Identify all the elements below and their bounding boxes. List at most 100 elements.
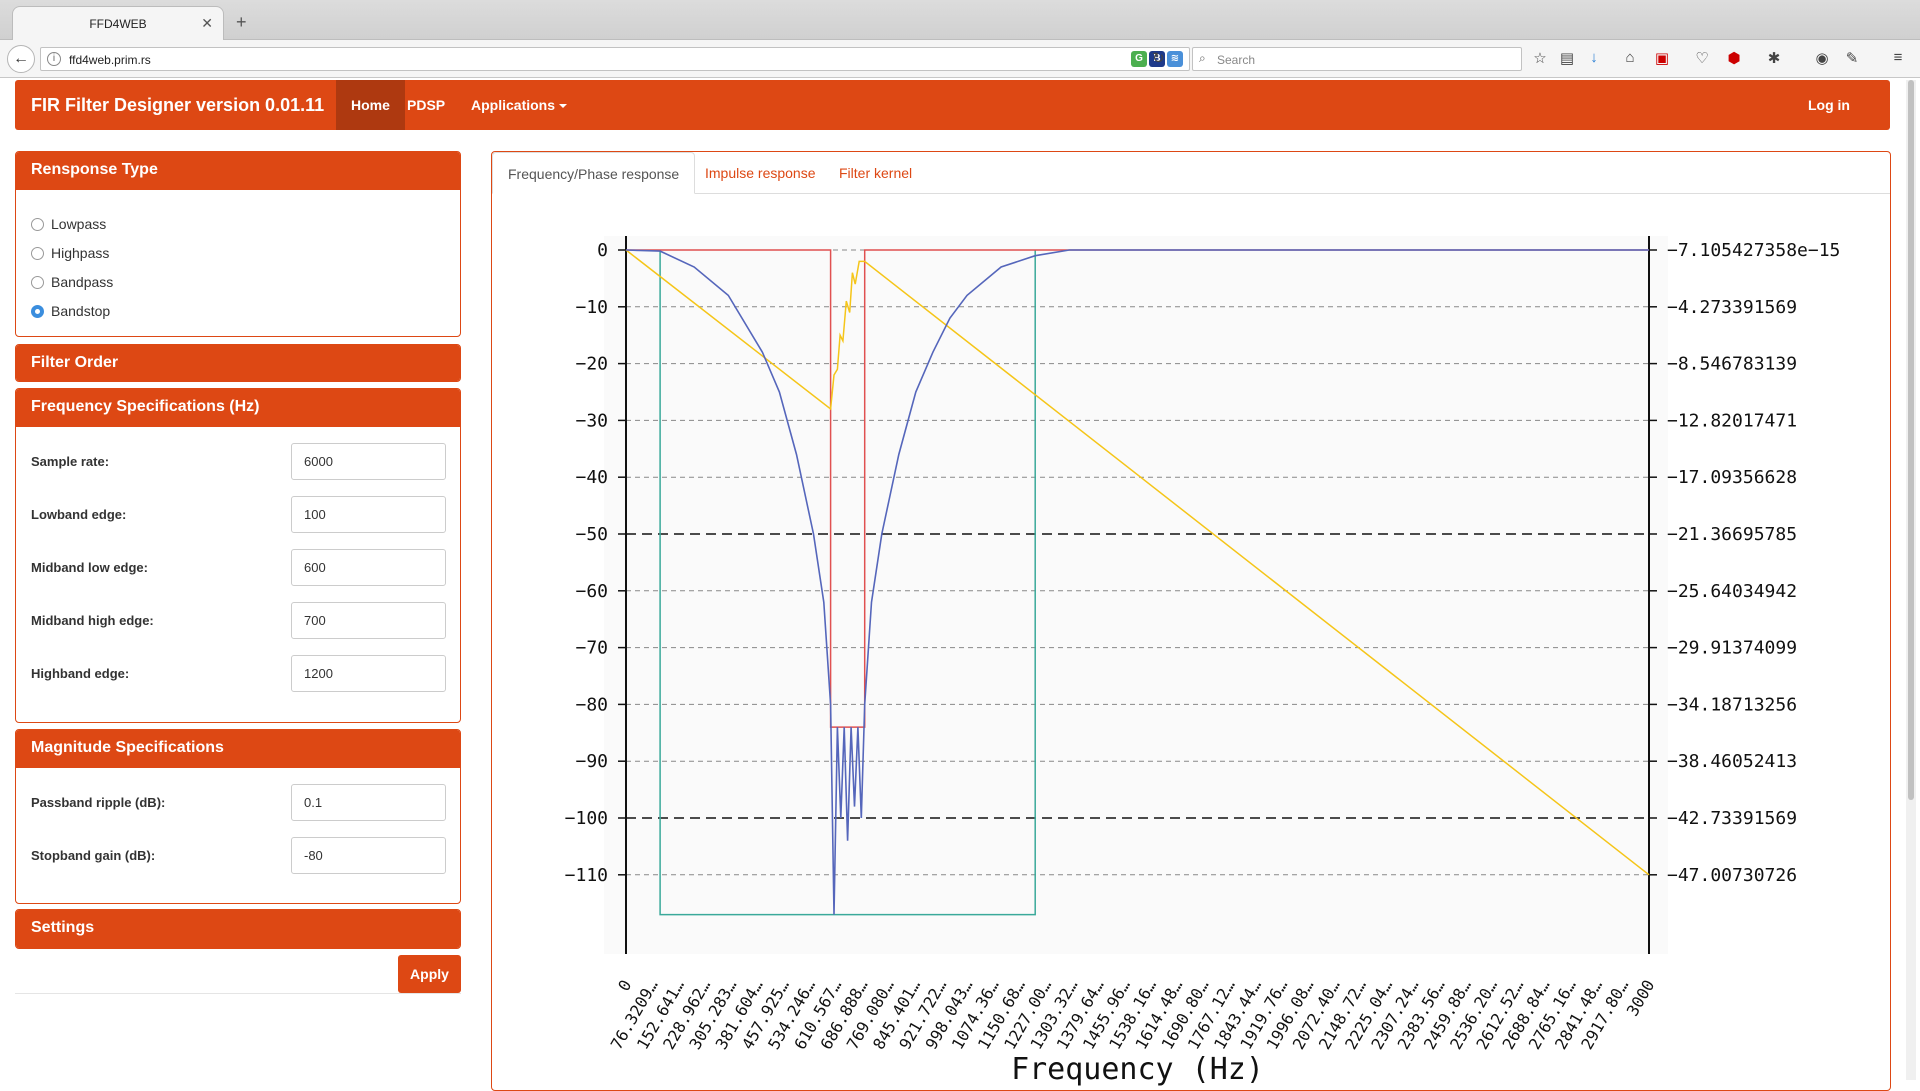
divider xyxy=(15,993,461,994)
left-tick-label: −20 xyxy=(575,354,608,375)
left-tick-label: −90 xyxy=(575,751,608,772)
right-tick-label: −29.91374099 xyxy=(1667,638,1797,659)
radio-circle[interactable] xyxy=(31,218,44,231)
midband-high-edge-input[interactable] xyxy=(291,602,446,639)
browser-tab-title: FFD4WEB xyxy=(89,17,147,31)
radio-label: Bandstop xyxy=(51,303,111,319)
nav-login[interactable]: Log in xyxy=(1793,80,1865,130)
radio-bandpass[interactable]: Bandpass xyxy=(31,274,113,290)
radio-lowpass[interactable]: Lowpass xyxy=(31,216,106,232)
right-tick-label: −4.273391569 xyxy=(1667,297,1797,318)
browser-toolbar: ← i ffd4web.prim.rs G B ≋ ↻ ⌕ Search ☆ ▤… xyxy=(0,40,1920,78)
passband-ripple-label: Passband ripple (dB): xyxy=(31,795,166,810)
lowband-edge-input[interactable] xyxy=(291,496,446,533)
wave-ext-icon[interactable]: ≋ xyxy=(1167,51,1183,67)
nav-applications-label: Applications xyxy=(471,97,556,113)
globe-ext-icon[interactable]: ◉ xyxy=(1812,49,1832,67)
right-tick-label: −12.82017471 xyxy=(1667,410,1797,431)
left-tick-label: −60 xyxy=(575,581,608,602)
sample-rate-label: Sample rate: xyxy=(31,454,110,469)
radio-label: Highpass xyxy=(51,245,110,261)
highband-edge-label: Highband edge: xyxy=(31,666,130,681)
close-tab-icon[interactable]: ✕ xyxy=(201,15,213,32)
highband-edge-input[interactable] xyxy=(291,655,446,692)
radio-circle[interactable] xyxy=(31,247,44,260)
left-tick-label: −110 xyxy=(565,865,608,886)
app-navbar: FIR Filter Designer version 0.01.11 Home… xyxy=(15,80,1890,130)
search-box[interactable]: ⌕ Search xyxy=(1192,47,1522,71)
search-icon: ⌕ xyxy=(1199,51,1206,65)
address-bar[interactable]: i ffd4web.prim.rs G B ≋ xyxy=(40,47,1190,71)
right-tick-label: −47.00730726 xyxy=(1667,865,1797,886)
midband-high-edge-label: Midband high edge: xyxy=(31,613,154,628)
radio-highpass[interactable]: Highpass xyxy=(31,245,109,261)
right-tick-label: −8.546783139 xyxy=(1667,354,1797,375)
chart-tabs: Frequency/Phase response Impulse respons… xyxy=(492,152,1890,194)
scrollbar-thumb[interactable] xyxy=(1908,80,1914,800)
radio-circle-checked[interactable] xyxy=(31,305,44,318)
tab-impulse-response[interactable]: Impulse response xyxy=(690,152,831,194)
extension-icon[interactable]: ✱ xyxy=(1764,49,1784,67)
reload-icon[interactable]: ↻ xyxy=(1152,49,1165,67)
stopband-gain-label: Stopband gain (dB): xyxy=(31,848,156,863)
filter-order-title[interactable]: Filter Order xyxy=(16,345,460,381)
left-tick-label: −100 xyxy=(565,808,608,829)
adblock-icon[interactable]: ⬢ xyxy=(1724,49,1744,67)
app-brand[interactable]: FIR Filter Designer version 0.01.11 xyxy=(31,95,324,116)
left-tick-label: −10 xyxy=(575,297,608,318)
ghostery-ext-icon[interactable]: G xyxy=(1131,51,1147,67)
hd-ext-icon[interactable]: ▣ xyxy=(1652,49,1672,67)
right-tick-label: −34.18713256 xyxy=(1667,694,1797,715)
midband-low-edge-input[interactable] xyxy=(291,549,446,586)
home-icon[interactable]: ⌂ xyxy=(1620,49,1640,66)
magnitude-specs-panel: Magnitude Specifications Passband ripple… xyxy=(15,729,461,904)
left-tick-label: −40 xyxy=(575,467,608,488)
x-axis-label: Frequency (Hz) xyxy=(1011,1052,1264,1087)
evernote-icon[interactable]: ✎ xyxy=(1842,49,1862,67)
left-tick-label: −50 xyxy=(575,524,608,545)
browser-tab[interactable]: FFD4WEB ✕ xyxy=(12,6,224,40)
caret-down-icon xyxy=(559,104,568,109)
stopband-gain-input[interactable] xyxy=(291,837,446,874)
response-type-title[interactable]: Rensponse Type xyxy=(16,152,460,190)
menu-icon[interactable]: ≡ xyxy=(1888,49,1908,66)
magnitude-specs-title[interactable]: Magnitude Specifications xyxy=(16,730,460,768)
new-tab-icon[interactable]: + xyxy=(236,12,247,33)
right-tick-label: −42.73391569 xyxy=(1667,808,1797,829)
filter-order-panel: Filter Order xyxy=(15,344,461,382)
settings-panel: Settings xyxy=(15,909,461,949)
right-tick-label: −38.46052413 xyxy=(1667,751,1797,772)
radio-bandstop[interactable]: Bandstop xyxy=(31,303,110,319)
bookmark-star-icon[interactable]: ☆ xyxy=(1530,49,1550,67)
apply-button[interactable]: Apply xyxy=(398,955,461,993)
nav-applications[interactable]: Applications xyxy=(456,80,582,130)
tab-frequency-phase[interactable]: Frequency/Phase response xyxy=(492,152,696,194)
frequency-response-chart: 0 −7.105427358e−15 −10 −4.273391569 −20 −8.54… xyxy=(565,236,1840,1087)
plot-area xyxy=(604,236,1668,954)
right-tick-label: −7.105427358e−15 xyxy=(1667,240,1840,261)
back-arrow-icon[interactable]: ← xyxy=(7,45,35,73)
sample-rate-input[interactable] xyxy=(291,443,446,480)
x-tick-label: 3000 xyxy=(1623,977,1659,1020)
right-tick-label: −17.09356628 xyxy=(1667,467,1797,488)
pocket-icon[interactable]: ♡ xyxy=(1692,49,1712,67)
passband-ripple-input[interactable] xyxy=(291,784,446,821)
tab-filter-kernel[interactable]: Filter kernel xyxy=(824,152,927,194)
download-icon[interactable]: ↓ xyxy=(1584,49,1604,66)
reading-list-icon[interactable]: ▤ xyxy=(1557,49,1577,67)
info-icon[interactable]: i xyxy=(47,52,61,66)
left-tick-label: −80 xyxy=(575,694,608,715)
search-placeholder: Search xyxy=(1217,53,1256,67)
midband-low-edge-label: Midband low edge: xyxy=(31,560,148,575)
left-tick-label: −30 xyxy=(575,410,608,431)
nav-pdsp[interactable]: PDSP xyxy=(392,80,460,130)
settings-title[interactable]: Settings xyxy=(16,910,460,948)
radio-label: Bandpass xyxy=(51,274,114,290)
radio-circle[interactable] xyxy=(31,276,44,289)
frequency-specs-title[interactable]: Frequency Specifications (Hz) xyxy=(16,389,460,427)
url-text: ffd4web.prim.rs xyxy=(69,53,151,67)
left-tick-label: 0 xyxy=(597,240,608,261)
response-type-panel: Rensponse Type Lowpass Highpass Bandpass… xyxy=(15,151,461,337)
right-tick-label: −25.64034942 xyxy=(1667,581,1797,602)
lowband-edge-label: Lowband edge: xyxy=(31,507,127,522)
